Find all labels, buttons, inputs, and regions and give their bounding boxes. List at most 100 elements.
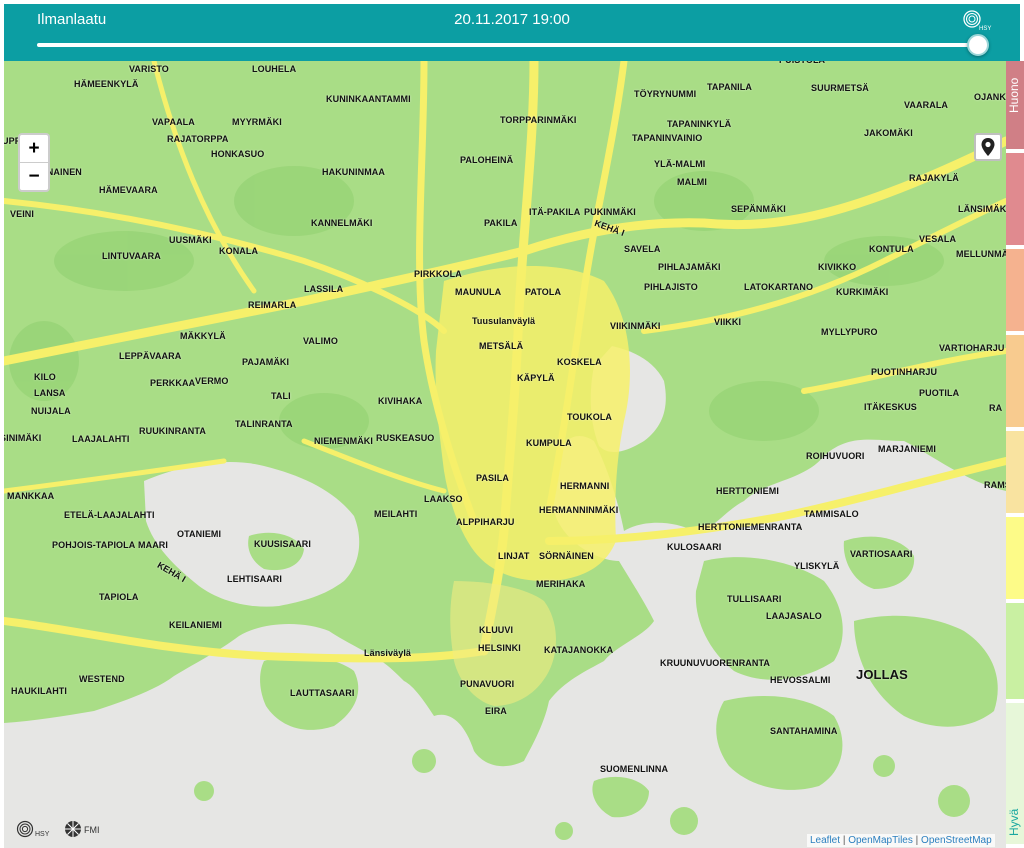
- urban-core: [435, 266, 630, 581]
- legend-label-good: Hyvä: [1007, 808, 1021, 837]
- partner-logos: HSY FMI: [16, 820, 100, 838]
- place-label: YLÄ-MALMI: [654, 159, 706, 169]
- place-label: KÄPYLÄ: [517, 373, 555, 383]
- place-label: HAKUNINMAA: [322, 167, 385, 177]
- place-label: PASILA: [476, 473, 509, 483]
- place-label: RA: [989, 403, 1003, 413]
- place-label: PAJAMÄKI: [242, 357, 290, 367]
- place-label: HERMANNINMÄKI: [539, 505, 619, 515]
- legend-segment: [1006, 335, 1024, 427]
- place-label: MANKKAA: [7, 491, 55, 501]
- place-label: MEILAHTI: [374, 509, 418, 519]
- legend-segment: [1006, 249, 1024, 331]
- place-label: HAUKILAHTI: [11, 686, 67, 696]
- place-label: KEILANIEMI: [169, 620, 223, 630]
- place-label: PIHLAJISTO: [644, 282, 698, 292]
- place-label: HERMANNI: [560, 481, 610, 491]
- place-label: KULOSAARI: [667, 542, 722, 552]
- small-island: [194, 781, 214, 801]
- santahamina-island: [716, 696, 843, 790]
- place-label: HÄMEENKYLÄ: [74, 79, 139, 89]
- attribution-separator: |: [842, 835, 846, 846]
- place-label: Tuusulanväylä: [472, 316, 536, 326]
- place-label: LAAKSO: [424, 494, 463, 504]
- place-label: MELLUNMÄKI: [956, 249, 1006, 259]
- place-label: TAPANILA: [707, 82, 752, 92]
- place-label: PUOTINHARJU: [871, 367, 938, 377]
- place-label: UUSMÄKI: [169, 235, 212, 245]
- place-label: MAUNULA: [455, 287, 502, 297]
- place-label: HÄMEVAARA: [99, 185, 158, 195]
- place-label: HELSINKI: [478, 643, 521, 653]
- place-label: KOSKELA: [557, 357, 602, 367]
- place-label: RAMSINI: [984, 480, 1006, 490]
- place-label: RUUKINRANTA: [139, 426, 206, 436]
- suomenlinna-island: [592, 776, 649, 818]
- place-label: YLISKYLÄ: [794, 561, 840, 571]
- time-slider-track[interactable]: [37, 43, 981, 47]
- place-label: SANTAHAMINA: [770, 726, 838, 736]
- leaflet-link[interactable]: Leaflet: [810, 835, 840, 846]
- place-label: HERTTONIEMENRANTA: [698, 522, 803, 532]
- place-label: TAPIOLA: [99, 592, 139, 602]
- place-label: TOUKOLA: [567, 412, 613, 422]
- fmi-footer-label: FMI: [84, 825, 100, 835]
- place-label: METSÄLÄ: [479, 341, 524, 351]
- place-label: VESALA: [919, 234, 957, 244]
- place-label: KATAJANOKKA: [544, 645, 614, 655]
- air-quality-map[interactable]: VARISTO LOUHELA PUISTOLA HÄMEENKYLÄ KUNINKAA…: [4, 61, 1006, 848]
- place-label: ALPPIHARJU: [456, 517, 515, 527]
- hsy-logo-label: HSY: [979, 26, 991, 32]
- vartiosaari-island: [843, 536, 915, 589]
- locate-button[interactable]: [974, 133, 1002, 161]
- place-label: SÖRNÄINEN: [539, 551, 594, 561]
- place-label: RUSKEASUO: [376, 433, 435, 443]
- place-label: TAPANINVAINIO: [632, 133, 703, 143]
- place-label: LAAJASALO: [766, 611, 822, 621]
- place-label: ETELÄ-LAAJALAHTI: [64, 510, 155, 520]
- place-label: TULLISAARI: [727, 594, 782, 604]
- zoom-in-button[interactable]: +: [20, 135, 48, 163]
- place-label: VARISTO: [129, 64, 169, 74]
- time-slider-handle[interactable]: [967, 34, 989, 56]
- place-label: TALINRANTA: [235, 419, 293, 429]
- place-label: MYLLYPURO: [821, 327, 878, 337]
- place-label: EIRA: [485, 706, 507, 716]
- place-label: OJANKO: [974, 92, 1006, 102]
- place-label: VAPAALA: [152, 117, 195, 127]
- place-label: LASSILA: [304, 284, 344, 294]
- place-label: PIHLAJAMÄKI: [658, 262, 721, 272]
- fmi-footer-icon: FMI: [65, 821, 100, 837]
- place-label: LOUHELA: [252, 64, 297, 74]
- place-label: ITÄKESKUS: [864, 402, 917, 412]
- place-label: VIIKKI: [714, 317, 742, 327]
- place-label: RAJATORPPA: [167, 134, 229, 144]
- place-label: RAJAKYLÄ: [909, 173, 959, 183]
- place-label: LAUTTASAARI: [290, 688, 355, 698]
- place-label: KIVIHAKA: [378, 396, 423, 406]
- legend-label-poor: Huono: [1007, 77, 1021, 113]
- small-island: [938, 785, 970, 817]
- place-label: VERMO: [195, 376, 229, 386]
- place-label: REIMARLA: [248, 300, 297, 310]
- place-label: PATOLA: [525, 287, 562, 297]
- place-label: KUUSISAARI: [254, 539, 312, 549]
- hsy-footer-icon: HSY: [16, 820, 50, 838]
- place-label: POHJOIS-TAPIOLA: [52, 540, 136, 550]
- place-label: KONTULA: [869, 244, 914, 254]
- map-attribution: Leaflet | OpenMapTiles | OpenStreetMap: [807, 834, 995, 847]
- openmaptiles-link[interactable]: OpenMapTiles: [848, 835, 913, 846]
- openstreetmap-link[interactable]: OpenStreetMap: [921, 835, 992, 846]
- place-label: LEPPÄVAARA: [119, 351, 182, 361]
- zoom-out-button[interactable]: −: [20, 163, 48, 190]
- place-label: SUOMENLINNA: [600, 764, 669, 774]
- place-label: SINIMÄKI: [4, 433, 42, 443]
- place-label: KUMPULA: [526, 438, 572, 448]
- small-island: [555, 822, 573, 840]
- place-label: HONKASUO: [211, 149, 265, 159]
- place-label: TORPPARINMÄKI: [500, 115, 577, 125]
- place-label: LÄNSIMÄKI: [958, 204, 1006, 214]
- legend-segment: [1006, 431, 1024, 513]
- place-label: KILO: [34, 372, 56, 382]
- air-quality-legend: [1006, 61, 1024, 848]
